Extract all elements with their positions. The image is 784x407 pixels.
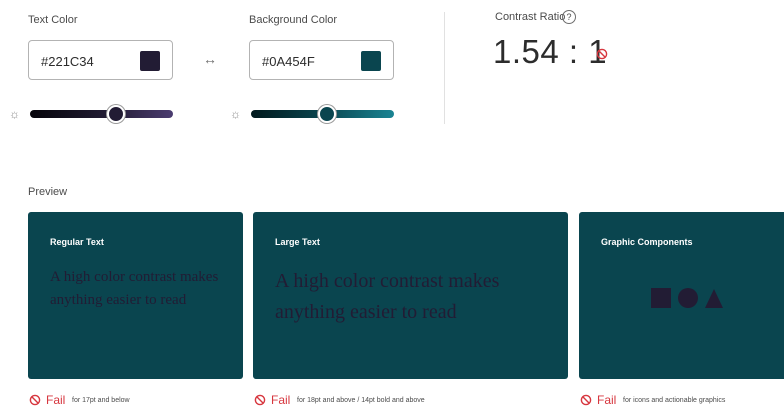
background-color-brightness-slider[interactable]	[251, 105, 394, 123]
preview-card-large-text: Large Text A high color contrast makes a…	[253, 212, 568, 379]
triangle-icon	[705, 289, 723, 308]
background-color-input[interactable]	[262, 52, 352, 70]
background-color-swatch[interactable]	[361, 51, 381, 71]
background-color-field[interactable]	[249, 40, 394, 80]
divider	[444, 12, 445, 124]
regular-text-sample: A high color contrast makes anything eas…	[50, 269, 219, 308]
result-criteria: for 18pt and above / 14pt bold and above	[297, 397, 425, 404]
background-color-slider-thumb[interactable]	[317, 105, 336, 123]
preview-card-graphic-components: Graphic Components	[579, 212, 784, 379]
text-color-field[interactable]	[28, 40, 173, 80]
card-title: Regular Text	[50, 237, 104, 247]
fail-icon	[29, 394, 41, 406]
card-title: Graphic Components	[601, 237, 693, 247]
result-criteria: for icons and actionable graphics	[623, 397, 726, 404]
result-status: Fail	[271, 393, 291, 407]
result-status: Fail	[46, 393, 66, 407]
fail-icon	[580, 394, 592, 406]
circle-icon	[678, 288, 698, 308]
text-color-input[interactable]	[41, 52, 131, 70]
contrast-checker: Text Color ↔ Background Color ☼ ☼ Contra…	[0, 0, 784, 407]
preview-label: Preview	[28, 186, 68, 198]
large-text-sample: A high color contrast makes anything eas…	[275, 270, 500, 323]
fail-icon	[596, 48, 608, 60]
graphic-shapes	[651, 288, 723, 308]
text-color-swatch[interactable]	[140, 51, 160, 71]
result-status: Fail	[597, 393, 617, 407]
swap-arrows-icon[interactable]: ↔	[203, 50, 217, 68]
sun-icon: ☼	[9, 107, 20, 121]
card-title: Large Text	[275, 237, 320, 247]
preview-card-regular-text: Regular Text A high color contrast makes…	[28, 212, 243, 379]
background-color-label: Background Color	[249, 14, 338, 26]
text-color-brightness-slider[interactable]	[30, 105, 173, 123]
fail-icon	[254, 394, 266, 406]
contrast-ratio-label: Contrast Ratio	[495, 11, 566, 23]
help-icon[interactable]: ?	[562, 10, 576, 24]
text-color-slider-thumb[interactable]	[106, 105, 125, 123]
sun-icon: ☼	[230, 107, 241, 121]
text-color-label: Text Color	[28, 14, 78, 26]
contrast-ratio-value: 1.54 : 1	[493, 33, 608, 70]
square-icon	[651, 288, 671, 308]
result-criteria: for 17pt and below	[72, 397, 130, 404]
